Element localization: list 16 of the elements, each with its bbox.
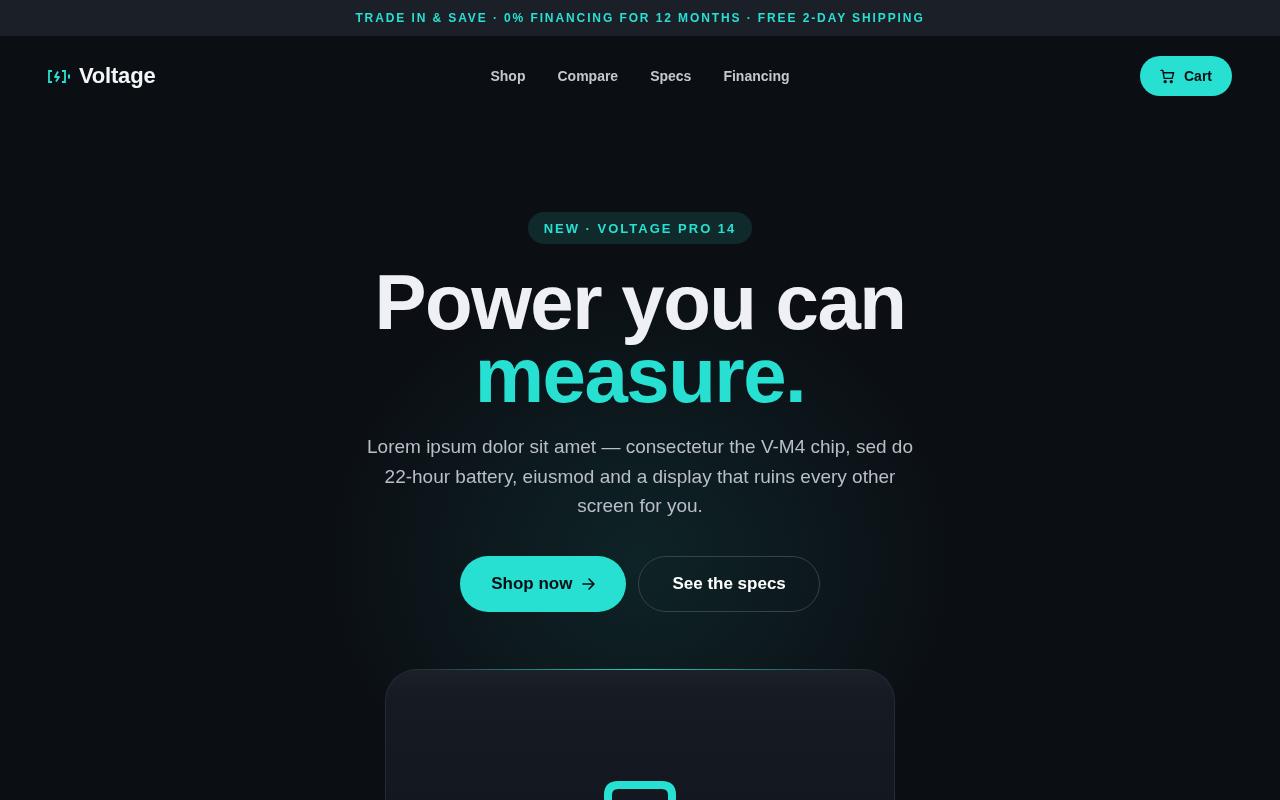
cart-icon	[1160, 68, 1175, 84]
rounded-frame-icon	[604, 780, 676, 800]
hero-description: Lorem ipsum dolor sit amet — consectetur the V-M4 chip, sed do 22-hour battery, eiusmod and a display that ruins every other screen for you.	[366, 435, 914, 518]
shop-now-button[interactable]: Shop now	[460, 555, 627, 612]
nav-link[interactable]: Financing	[723, 68, 790, 84]
product-badge: NEW · VOLTAGE PRO 14	[527, 212, 753, 244]
promo-text: TRADE IN & SAVE · 0% FINANCING FOR 12 MONTHS · FREE 2-DAY SHIPPING	[355, 11, 925, 25]
nav-link[interactable]: Shop	[490, 68, 526, 84]
cart-button[interactable]: Cart	[1140, 56, 1232, 96]
arrow-right-icon	[582, 577, 596, 590]
nav-link[interactable]: Compare	[557, 68, 619, 84]
nav-link[interactable]: Specs	[650, 68, 692, 84]
brand-logo[interactable]: Voltage	[79, 63, 156, 89]
hero-headline-accent: measure.	[473, 347, 807, 403]
hero-headline: Power you can	[374, 257, 906, 347]
battery-bolt-icon	[48, 69, 70, 83]
